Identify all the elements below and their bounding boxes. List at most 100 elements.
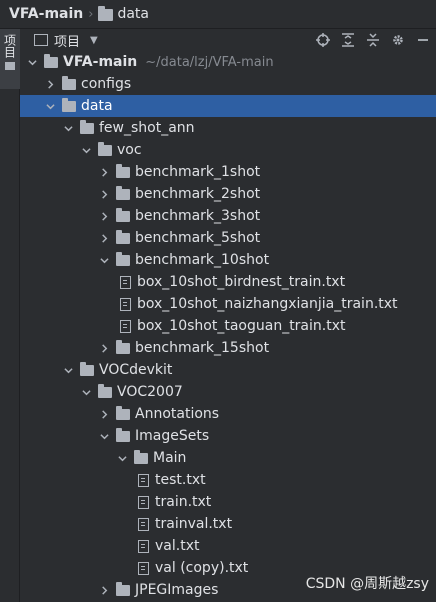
tree-folder-row[interactable]: Main <box>20 447 436 469</box>
expand-all-icon[interactable] <box>341 33 355 47</box>
folder-icon <box>116 427 130 442</box>
chevron-down-icon[interactable] <box>80 386 92 398</box>
tree-folder-row[interactable]: benchmark_3shot <box>20 205 436 227</box>
tree-item-label: VOC2007 <box>117 384 183 400</box>
folder-icon <box>98 6 114 21</box>
project-panel-header: 项目 ▼ <box>20 29 436 51</box>
text-file-icon <box>120 319 131 333</box>
tree-item-label: val.txt <box>155 538 200 554</box>
chevron-down-icon[interactable] <box>62 364 74 376</box>
folder-icon <box>116 207 130 222</box>
chevron-down-icon[interactable] <box>116 452 128 464</box>
tree-folder-row[interactable]: VOCdevkit <box>20 359 436 381</box>
breadcrumb-separator-icon: › <box>88 6 94 22</box>
folder-icon <box>116 185 130 200</box>
collapse-all-icon[interactable] <box>366 33 380 47</box>
tree-item-label: ImageSets <box>135 428 210 444</box>
tree-item-label: benchmark_2shot <box>135 186 261 202</box>
tree-item-label: train.txt <box>155 494 212 510</box>
folder-icon <box>62 75 76 90</box>
tree-folder-row[interactable]: benchmark_1shot <box>20 161 436 183</box>
chevron-down-icon[interactable] <box>98 254 110 266</box>
tree-file-row[interactable]: box_10shot_birdnest_train.txt <box>20 271 436 293</box>
chevron-down-icon[interactable] <box>26 56 38 68</box>
tree-item-label: Annotations <box>135 406 220 422</box>
folder-icon <box>80 119 94 134</box>
text-file-icon <box>120 297 131 311</box>
folder-icon <box>98 383 112 398</box>
chevron-down-icon[interactable] <box>98 430 110 442</box>
tree-file-row[interactable]: trainval.txt <box>20 513 436 535</box>
folder-icon <box>116 339 130 354</box>
chevron-right-icon[interactable] <box>98 342 110 354</box>
project-tool-tab[interactable]: 项目 <box>0 29 20 89</box>
folder-icon <box>116 251 130 266</box>
chevron-down-icon[interactable] <box>80 144 92 156</box>
project-path: ~/data/lzj/VFA-main <box>145 54 274 70</box>
tree-item-label: box_10shot_taoguan_train.txt <box>137 318 346 334</box>
tree-item-label: benchmark_15shot <box>135 340 270 356</box>
hide-panel-icon[interactable] <box>416 33 430 47</box>
tree-folder-row[interactable]: Annotations <box>20 403 436 425</box>
folder-icon <box>116 581 130 596</box>
watermark: CSDN @周斯越zsy <box>305 576 429 592</box>
chevron-right-icon[interactable] <box>98 166 110 178</box>
tree-file-row[interactable]: box_10shot_taoguan_train.txt <box>20 315 436 337</box>
tree-folder-row[interactable]: benchmark_2shot <box>20 183 436 205</box>
tree-folder-row[interactable]: VFA-main ~/data/lzj/VFA-main <box>20 51 436 73</box>
tree-item-label: trainval.txt <box>155 516 233 532</box>
chevron-right-icon[interactable] <box>98 584 110 596</box>
folder-icon <box>116 229 130 244</box>
tree-item-label: VFA-main <box>63 54 138 70</box>
project-tree: VFA-main ~/data/lzj/VFA-main configs data fe… <box>20 51 436 602</box>
tree-item-label: few_shot_ann <box>99 120 195 136</box>
folder-icon <box>80 361 94 376</box>
tree-folder-row[interactable]: configs <box>20 73 436 95</box>
tree-folder-row[interactable]: benchmark_15shot <box>20 337 436 359</box>
tree-item-label: benchmark_10shot <box>135 252 270 268</box>
folder-icon <box>134 449 148 464</box>
tree-file-row[interactable]: box_10shot_naizhangxianjia_train.txt <box>20 293 436 315</box>
chevron-right-icon[interactable] <box>98 210 110 222</box>
tree-item-label: Main <box>153 450 187 466</box>
chevron-down-icon[interactable] <box>44 100 56 112</box>
gear-icon[interactable] <box>391 33 405 47</box>
tree-item-label: benchmark_1shot <box>135 164 261 180</box>
text-file-icon <box>138 473 149 487</box>
text-file-icon <box>138 517 149 531</box>
folder-icon <box>5 62 15 70</box>
folder-icon <box>62 97 76 112</box>
tree-file-row[interactable]: val.txt <box>20 535 436 557</box>
chevron-right-icon[interactable] <box>98 408 110 420</box>
chevron-down-icon[interactable]: ▼ <box>90 35 98 46</box>
tree-item-label: box_10shot_naizhangxianjia_train.txt <box>137 296 398 312</box>
tree-folder-row[interactable]: benchmark_10shot <box>20 249 436 271</box>
tree-folder-row[interactable]: few_shot_ann <box>20 117 436 139</box>
tree-folder-row[interactable]: ImageSets <box>20 425 436 447</box>
chevron-right-icon[interactable] <box>98 232 110 244</box>
breadcrumb-folder[interactable]: data <box>117 6 149 22</box>
tree-item-label: data <box>81 98 113 114</box>
folder-icon <box>44 53 58 68</box>
tree-folder-row[interactable]: data <box>20 95 436 117</box>
tree-item-label: val (copy).txt <box>155 560 249 576</box>
folder-icon <box>116 163 130 178</box>
tree-file-row[interactable]: train.txt <box>20 491 436 513</box>
tree-item-label: configs <box>81 76 132 92</box>
tree-item-label: test.txt <box>155 472 206 488</box>
tool-window-strip: 项目 <box>0 29 20 602</box>
chevron-down-icon[interactable] <box>62 122 74 134</box>
tree-item-label: benchmark_5shot <box>135 230 261 246</box>
tree-file-row[interactable]: test.txt <box>20 469 436 491</box>
tree-folder-row[interactable]: VOC2007 <box>20 381 436 403</box>
project-view-icon <box>34 34 48 46</box>
tree-folder-row[interactable]: voc <box>20 139 436 161</box>
panel-title[interactable]: 项目 <box>54 31 80 50</box>
chevron-right-icon[interactable] <box>98 188 110 200</box>
chevron-right-icon[interactable] <box>44 78 56 90</box>
locate-target-icon[interactable] <box>316 33 330 47</box>
breadcrumb-project[interactable]: VFA-main <box>9 6 83 22</box>
tree-folder-row[interactable]: benchmark_5shot <box>20 227 436 249</box>
text-file-icon <box>120 275 131 289</box>
breadcrumb: VFA-main › data <box>0 0 436 29</box>
